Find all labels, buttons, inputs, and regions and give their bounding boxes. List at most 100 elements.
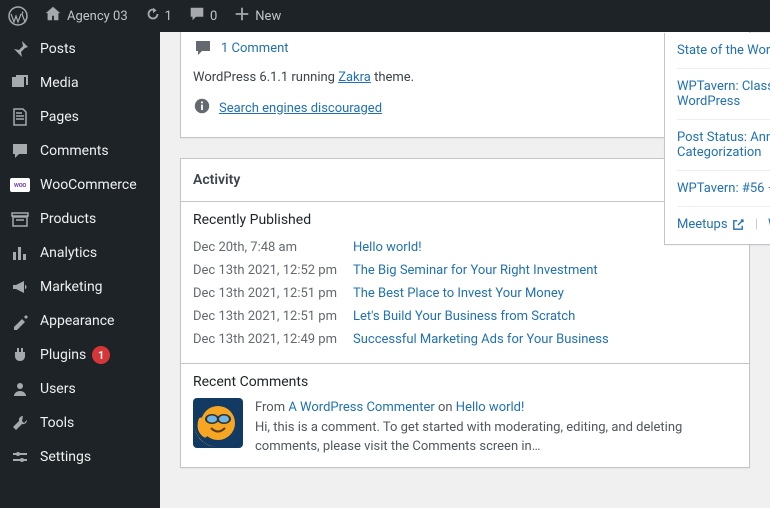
separator: |	[755, 217, 758, 232]
news-item: State of the Word	[677, 33, 770, 69]
tools-icon	[10, 413, 30, 433]
sidebar-item-pages[interactable]: Pages	[0, 100, 160, 134]
post-link[interactable]: The Best Place to Invest Your Money	[353, 286, 564, 301]
sidebar-item-products[interactable]: Products	[0, 202, 160, 236]
news-item: Post Status: Annual Categorization	[677, 120, 770, 171]
plus-icon	[233, 5, 251, 27]
post-date: Dec 13th 2021, 12:49 pm	[193, 332, 353, 347]
woo-icon: woo	[10, 175, 30, 195]
news-link[interactable]: WPTavern: #56 –	[677, 181, 770, 196]
comment-icon	[188, 5, 206, 27]
sidebar-item-label: Settings	[40, 449, 91, 465]
sidebar-item-label: Plugins	[40, 347, 86, 363]
post-row: Dec 13th 2021, 12:51 pmLet's Build Your …	[193, 305, 737, 328]
sidebar-item-label: Analytics	[40, 245, 97, 261]
users-icon	[10, 379, 30, 399]
sidebar-item-posts[interactable]: Posts	[0, 32, 160, 66]
avatar	[193, 398, 243, 448]
products-icon	[10, 209, 30, 229]
post-date: Dec 13th 2021, 12:51 pm	[193, 286, 353, 301]
comment-from-label: From	[255, 400, 288, 415]
comment-item: From A WordPress Commenter on Hello worl…	[193, 398, 737, 457]
sidebar-item-media[interactable]: Media	[0, 66, 160, 100]
glance-comments-row: 1 Comment	[193, 32, 737, 64]
sidebar-item-label: Appearance	[40, 313, 114, 329]
new-label: New	[255, 9, 281, 24]
comment-text: From A WordPress Commenter on Hello worl…	[255, 398, 737, 457]
sidebar-item-label: Media	[40, 75, 79, 91]
admin-sidebar: Posts Media Pages Comments woo WooCommerc…	[0, 32, 160, 508]
sidebar-item-tools[interactable]: Tools	[0, 406, 160, 440]
recent-comments-section: Recent Comments From A WordPre	[181, 364, 749, 467]
comment-on-label: on	[435, 400, 456, 415]
comment-icon	[10, 141, 30, 161]
meetups-link[interactable]: Meetups	[677, 217, 745, 232]
sidebar-item-appearance[interactable]: Appearance	[0, 304, 160, 338]
sidebar-item-woocommerce[interactable]: woo WooCommerce	[0, 168, 160, 202]
sidebar-item-label: Pages	[40, 109, 79, 125]
news-link[interactable]: WPTavern: Classic WordPress	[677, 79, 770, 109]
plugins-update-badge: 1	[92, 346, 110, 364]
version-prefix: WordPress 6.1.1 running	[193, 70, 338, 85]
sidebar-item-label: Marketing	[40, 279, 103, 295]
theme-link[interactable]: Zakra	[338, 70, 371, 85]
news-link[interactable]: State of the Word	[677, 43, 770, 58]
settings-icon	[10, 447, 30, 467]
marketing-icon	[10, 277, 30, 297]
sidebar-item-comments[interactable]: Comments	[0, 134, 160, 168]
post-link[interactable]: Let's Build Your Business from Scratch	[353, 309, 575, 324]
sidebar-item-analytics[interactable]: Analytics	[0, 236, 160, 270]
home-icon	[44, 5, 62, 27]
sidebar-item-plugins[interactable]: Plugins 1	[0, 338, 160, 372]
sidebar-item-settings[interactable]: Settings	[0, 440, 160, 474]
activity-title: Activity	[193, 172, 240, 188]
wordpress-version-row: WordPress 6.1.1 running Zakra theme.	[193, 64, 737, 91]
post-date: Dec 13th 2021, 12:51 pm	[193, 309, 353, 324]
page-icon	[10, 107, 30, 127]
admin-bar-site[interactable]: Agency 03	[36, 0, 136, 32]
comment-icon	[193, 38, 213, 58]
update-icon	[144, 5, 162, 27]
news-box: State of the Word WPTavern: Classic WordP…	[664, 33, 770, 245]
post-row: Dec 13th 2021, 12:51 pmThe Best Place to…	[193, 282, 737, 305]
plugin-icon	[10, 345, 30, 365]
external-icon	[731, 217, 745, 232]
post-row: Dec 20th, 7:48 amHello world!	[193, 236, 737, 259]
comment-body: Hi, this is a comment. To get started wi…	[255, 420, 682, 455]
admin-bar: Agency 03 1 0 New	[0, 0, 770, 32]
sidebar-item-label: Comments	[40, 143, 109, 159]
seo-warning-row: Search engines discouraged	[193, 91, 737, 125]
recent-comments-title: Recent Comments	[193, 374, 737, 390]
seo-warning-link[interactable]: Search engines discouraged	[219, 101, 382, 116]
updates-count: 1	[165, 9, 172, 24]
media-icon	[10, 73, 30, 93]
sidebar-item-label: Products	[40, 211, 96, 227]
sidebar-item-label: Posts	[40, 41, 76, 57]
info-icon	[193, 97, 211, 119]
news-item: WPTavern: #56 –	[677, 171, 770, 206]
post-link[interactable]: Hello world!	[353, 240, 422, 255]
version-suffix: theme.	[371, 70, 414, 85]
comment-author-link[interactable]: A WordPress Commenter	[288, 400, 434, 415]
comments-count: 0	[210, 9, 217, 24]
wp-logo[interactable]	[0, 0, 36, 32]
admin-bar-new[interactable]: New	[225, 0, 289, 32]
post-date: Dec 20th, 7:48 am	[193, 240, 353, 255]
sidebar-item-users[interactable]: Users	[0, 372, 160, 406]
site-name-label: Agency 03	[67, 9, 128, 24]
news-link[interactable]: Post Status: Annual Categorization	[677, 130, 770, 160]
analytics-icon	[10, 243, 30, 263]
sidebar-item-label: Tools	[40, 415, 74, 431]
news-item: WPTavern: Classic WordPress	[677, 69, 770, 120]
glance-comments-link[interactable]: 1 Comment	[221, 41, 289, 56]
sidebar-item-label: WooCommerce	[40, 177, 137, 193]
admin-bar-updates[interactable]: 1	[136, 0, 180, 32]
post-link[interactable]: Successful Marketing Ads for Your Busine…	[353, 332, 609, 347]
comment-post-link[interactable]: Hello world!	[456, 400, 525, 415]
post-date: Dec 13th 2021, 12:52 pm	[193, 263, 353, 278]
post-link[interactable]: The Big Seminar for Your Right Investmen…	[353, 263, 598, 278]
recently-published-title: Recently Published	[193, 212, 737, 228]
sidebar-item-marketing[interactable]: Marketing	[0, 270, 160, 304]
admin-bar-comments[interactable]: 0	[180, 0, 225, 32]
post-row: Dec 13th 2021, 12:52 pmThe Big Seminar f…	[193, 259, 737, 282]
